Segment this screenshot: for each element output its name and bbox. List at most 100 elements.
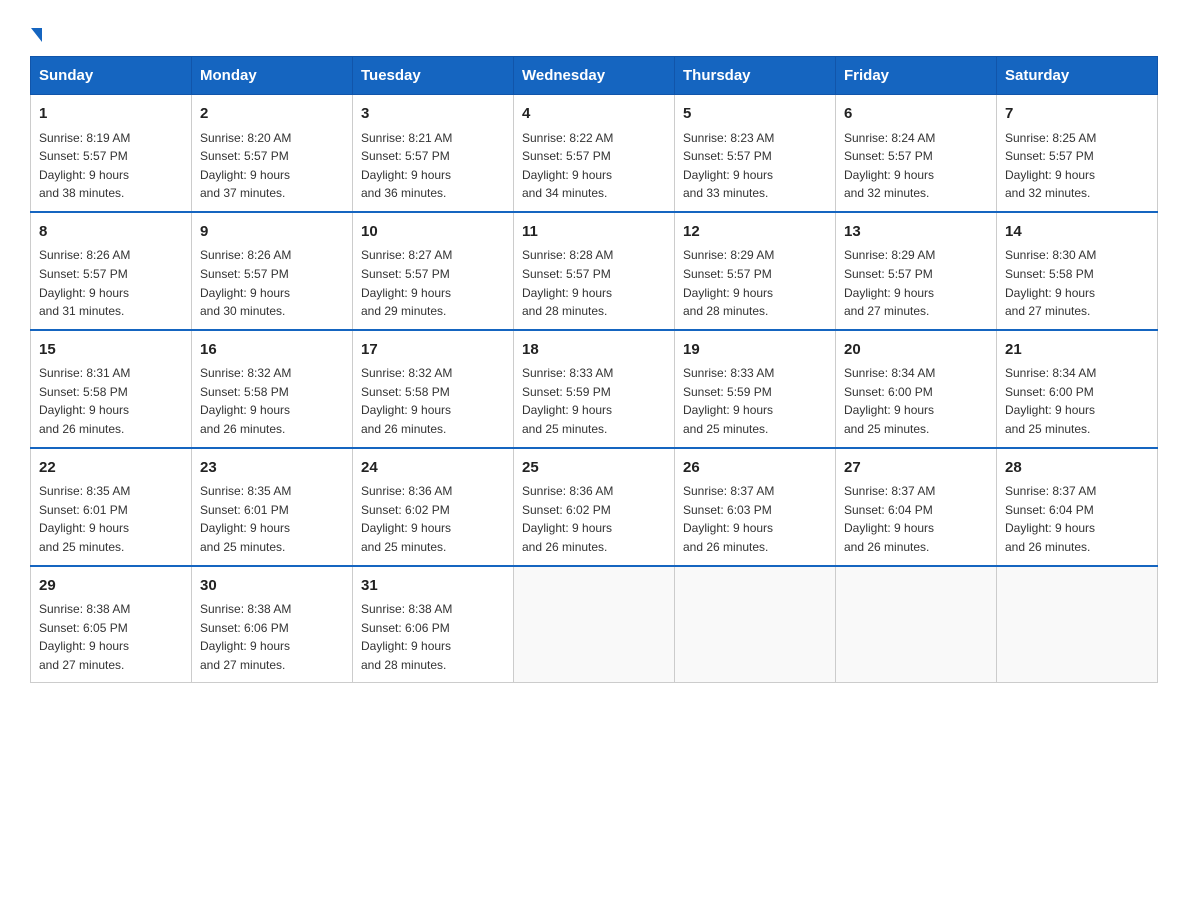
calendar-day-cell: 22Sunrise: 8:35 AMSunset: 6:01 PMDayligh… xyxy=(31,448,192,566)
day-info: Sunrise: 8:34 AMSunset: 6:00 PMDaylight:… xyxy=(844,364,988,438)
calendar-day-cell xyxy=(997,566,1158,683)
calendar-day-cell xyxy=(836,566,997,683)
calendar-day-cell: 25Sunrise: 8:36 AMSunset: 6:02 PMDayligh… xyxy=(514,448,675,566)
day-number: 30 xyxy=(200,575,344,598)
day-number: 13 xyxy=(844,221,988,244)
calendar-day-cell: 27Sunrise: 8:37 AMSunset: 6:04 PMDayligh… xyxy=(836,448,997,566)
calendar-day-cell xyxy=(514,566,675,683)
day-info: Sunrise: 8:29 AMSunset: 5:57 PMDaylight:… xyxy=(683,246,827,320)
day-number: 28 xyxy=(1005,457,1149,480)
calendar-day-cell: 17Sunrise: 8:32 AMSunset: 5:58 PMDayligh… xyxy=(353,330,514,448)
day-info: Sunrise: 8:38 AMSunset: 6:06 PMDaylight:… xyxy=(200,600,344,674)
calendar-header-row: SundayMondayTuesdayWednesdayThursdayFrid… xyxy=(31,57,1158,95)
day-header-thursday: Thursday xyxy=(675,57,836,95)
calendar-day-cell: 16Sunrise: 8:32 AMSunset: 5:58 PMDayligh… xyxy=(192,330,353,448)
day-number: 24 xyxy=(361,457,505,480)
calendar-day-cell: 9Sunrise: 8:26 AMSunset: 5:57 PMDaylight… xyxy=(192,212,353,330)
day-info: Sunrise: 8:35 AMSunset: 6:01 PMDaylight:… xyxy=(200,482,344,556)
day-header-tuesday: Tuesday xyxy=(353,57,514,95)
day-info: Sunrise: 8:29 AMSunset: 5:57 PMDaylight:… xyxy=(844,246,988,320)
day-info: Sunrise: 8:37 AMSunset: 6:04 PMDaylight:… xyxy=(844,482,988,556)
logo-arrow-icon xyxy=(31,28,42,42)
day-number: 29 xyxy=(39,575,183,598)
day-number: 22 xyxy=(39,457,183,480)
day-info: Sunrise: 8:27 AMSunset: 5:57 PMDaylight:… xyxy=(361,246,505,320)
day-info: Sunrise: 8:28 AMSunset: 5:57 PMDaylight:… xyxy=(522,246,666,320)
day-info: Sunrise: 8:37 AMSunset: 6:03 PMDaylight:… xyxy=(683,482,827,556)
day-info: Sunrise: 8:25 AMSunset: 5:57 PMDaylight:… xyxy=(1005,129,1149,203)
calendar-day-cell: 31Sunrise: 8:38 AMSunset: 6:06 PMDayligh… xyxy=(353,566,514,683)
day-number: 1 xyxy=(39,103,183,126)
day-number: 11 xyxy=(522,221,666,244)
calendar-day-cell: 3 Sunrise: 8:21 AMSunset: 5:57 PMDaylight… xyxy=(353,95,514,212)
calendar-day-cell: 10Sunrise: 8:27 AMSunset: 5:57 PMDayligh… xyxy=(353,212,514,330)
day-number: 27 xyxy=(844,457,988,480)
calendar-day-cell: 18Sunrise: 8:33 AMSunset: 5:59 PMDayligh… xyxy=(514,330,675,448)
calendar-week-row: 15Sunrise: 8:31 AMSunset: 5:58 PMDayligh… xyxy=(31,330,1158,448)
calendar-day-cell xyxy=(675,566,836,683)
day-info: Sunrise: 8:23 AMSunset: 5:57 PMDaylight:… xyxy=(683,129,827,203)
calendar-week-row: 22Sunrise: 8:35 AMSunset: 6:01 PMDayligh… xyxy=(31,448,1158,566)
calendar-day-cell: 4Sunrise: 8:22 AMSunset: 5:57 PMDaylight… xyxy=(514,95,675,212)
calendar-day-cell: 21Sunrise: 8:34 AMSunset: 6:00 PMDayligh… xyxy=(997,330,1158,448)
logo xyxy=(30,20,42,40)
day-number: 3 xyxy=(361,103,505,126)
calendar-day-cell: 24Sunrise: 8:36 AMSunset: 6:02 PMDayligh… xyxy=(353,448,514,566)
day-info: Sunrise: 8:22 AMSunset: 5:57 PMDaylight:… xyxy=(522,129,666,203)
day-number: 12 xyxy=(683,221,827,244)
day-number: 20 xyxy=(844,339,988,362)
day-number: 19 xyxy=(683,339,827,362)
day-info: Sunrise: 8:21 AMSunset: 5:57 PMDaylight:… xyxy=(361,129,505,203)
calendar-day-cell: 5 Sunrise: 8:23 AMSunset: 5:57 PMDaylight… xyxy=(675,95,836,212)
day-number: 5 xyxy=(683,103,827,126)
calendar-day-cell: 19Sunrise: 8:33 AMSunset: 5:59 PMDayligh… xyxy=(675,330,836,448)
day-info: Sunrise: 8:38 AMSunset: 6:05 PMDaylight:… xyxy=(39,600,183,674)
day-number: 7 xyxy=(1005,103,1149,126)
day-header-sunday: Sunday xyxy=(31,57,192,95)
day-number: 6 xyxy=(844,103,988,126)
calendar-week-row: 1 Sunrise: 8:19 AMSunset: 5:57 PMDaylight… xyxy=(31,95,1158,212)
calendar-day-cell: 8Sunrise: 8:26 AMSunset: 5:57 PMDaylight… xyxy=(31,212,192,330)
day-number: 15 xyxy=(39,339,183,362)
calendar-day-cell: 20Sunrise: 8:34 AMSunset: 6:00 PMDayligh… xyxy=(836,330,997,448)
calendar-day-cell: 28Sunrise: 8:37 AMSunset: 6:04 PMDayligh… xyxy=(997,448,1158,566)
day-info: Sunrise: 8:36 AMSunset: 6:02 PMDaylight:… xyxy=(361,482,505,556)
calendar-week-row: 29Sunrise: 8:38 AMSunset: 6:05 PMDayligh… xyxy=(31,566,1158,683)
day-number: 9 xyxy=(200,221,344,244)
day-number: 8 xyxy=(39,221,183,244)
calendar-day-cell: 6 Sunrise: 8:24 AMSunset: 5:57 PMDaylight… xyxy=(836,95,997,212)
day-info: Sunrise: 8:19 AMSunset: 5:57 PMDaylight:… xyxy=(39,129,183,203)
calendar-day-cell: 23Sunrise: 8:35 AMSunset: 6:01 PMDayligh… xyxy=(192,448,353,566)
day-info: Sunrise: 8:32 AMSunset: 5:58 PMDaylight:… xyxy=(361,364,505,438)
day-number: 23 xyxy=(200,457,344,480)
day-number: 16 xyxy=(200,339,344,362)
day-info: Sunrise: 8:35 AMSunset: 6:01 PMDaylight:… xyxy=(39,482,183,556)
calendar-table: SundayMondayTuesdayWednesdayThursdayFrid… xyxy=(30,56,1158,683)
calendar-day-cell: 26Sunrise: 8:37 AMSunset: 6:03 PMDayligh… xyxy=(675,448,836,566)
calendar-day-cell: 1 Sunrise: 8:19 AMSunset: 5:57 PMDaylight… xyxy=(31,95,192,212)
calendar-day-cell: 15Sunrise: 8:31 AMSunset: 5:58 PMDayligh… xyxy=(31,330,192,448)
calendar-week-row: 8 Sunrise: 8:26 AMSunset: 5:57 PMDaylight… xyxy=(31,212,1158,330)
page-header xyxy=(30,20,1158,40)
calendar-day-cell: 12Sunrise: 8:29 AMSunset: 5:57 PMDayligh… xyxy=(675,212,836,330)
day-number: 31 xyxy=(361,575,505,598)
day-info: Sunrise: 8:26 AMSunset: 5:57 PMDaylight:… xyxy=(200,246,344,320)
day-number: 10 xyxy=(361,221,505,244)
day-info: Sunrise: 8:32 AMSunset: 5:58 PMDaylight:… xyxy=(200,364,344,438)
day-info: Sunrise: 8:33 AMSunset: 5:59 PMDaylight:… xyxy=(522,364,666,438)
day-info: Sunrise: 8:37 AMSunset: 6:04 PMDaylight:… xyxy=(1005,482,1149,556)
day-number: 2 xyxy=(200,103,344,126)
day-info: Sunrise: 8:30 AMSunset: 5:58 PMDaylight:… xyxy=(1005,246,1149,320)
calendar-day-cell: 11Sunrise: 8:28 AMSunset: 5:57 PMDayligh… xyxy=(514,212,675,330)
calendar-day-cell: 14Sunrise: 8:30 AMSunset: 5:58 PMDayligh… xyxy=(997,212,1158,330)
day-info: Sunrise: 8:20 AMSunset: 5:57 PMDaylight:… xyxy=(200,129,344,203)
calendar-day-cell: 7 Sunrise: 8:25 AMSunset: 5:57 PMDaylight… xyxy=(997,95,1158,212)
day-header-monday: Monday xyxy=(192,57,353,95)
day-info: Sunrise: 8:34 AMSunset: 6:00 PMDaylight:… xyxy=(1005,364,1149,438)
calendar-day-cell: 30Sunrise: 8:38 AMSunset: 6:06 PMDayligh… xyxy=(192,566,353,683)
day-info: Sunrise: 8:24 AMSunset: 5:57 PMDaylight:… xyxy=(844,129,988,203)
day-number: 14 xyxy=(1005,221,1149,244)
day-number: 21 xyxy=(1005,339,1149,362)
calendar-day-cell: 13Sunrise: 8:29 AMSunset: 5:57 PMDayligh… xyxy=(836,212,997,330)
day-header-saturday: Saturday xyxy=(997,57,1158,95)
